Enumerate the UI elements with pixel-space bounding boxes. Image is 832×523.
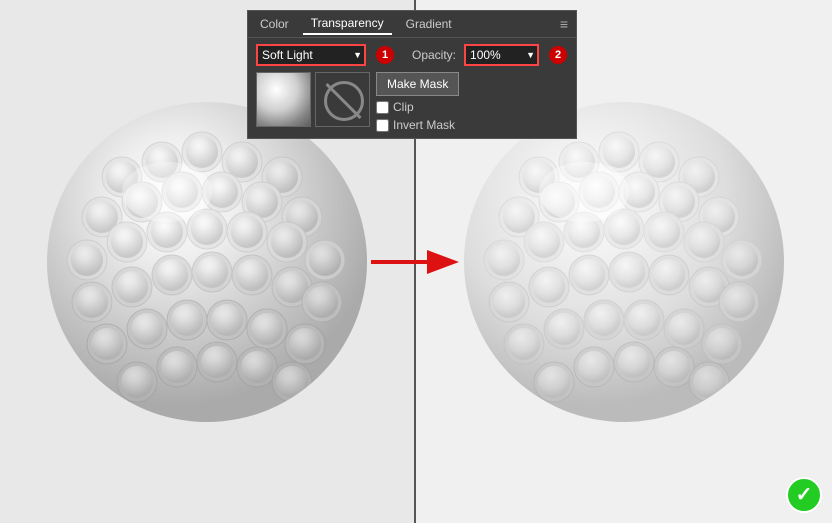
sphere-thumb — [257, 73, 311, 127]
opacity-wrapper: 0% 25% 50% 75% 100% — [464, 44, 539, 66]
invert-mask-row: Invert Mask — [376, 118, 568, 132]
golf-ball-left — [37, 92, 377, 432]
tab-color[interactable]: Color — [252, 14, 297, 34]
controls-right: Make Mask Clip Invert Mask — [376, 72, 568, 132]
panel-tabs: Color Transparency Gradient ≡ — [248, 11, 576, 38]
arrow-svg — [366, 242, 466, 282]
clip-row: Clip — [376, 100, 568, 114]
checkmark-icon: ✓ — [796, 485, 813, 505]
opacity-select[interactable]: 0% 25% 50% 75% 100% — [464, 44, 539, 66]
opacity-label: Opacity: — [412, 48, 456, 62]
tab-transparency[interactable]: Transparency — [303, 13, 392, 35]
transparency-panel: Color Transparency Gradient ≡ Normal Mul… — [247, 10, 577, 139]
panel-body: Normal Multiply Screen Overlay Soft Ligh… — [248, 38, 576, 138]
invert-mask-checkbox[interactable] — [376, 119, 389, 132]
clip-label: Clip — [393, 100, 414, 114]
main-container: ✓ Color Transparency Gradient ≡ Normal M… — [0, 0, 832, 523]
panel-tabs-left: Color Transparency Gradient — [252, 13, 460, 35]
blend-mode-select[interactable]: Normal Multiply Screen Overlay Soft Ligh… — [256, 44, 366, 66]
thumbnails — [256, 72, 370, 127]
badge-1: 1 — [376, 46, 394, 64]
cancel-icon — [324, 81, 364, 121]
blend-mode-wrapper: Normal Multiply Screen Overlay Soft Ligh… — [256, 44, 366, 66]
clip-checkbox[interactable] — [376, 101, 389, 114]
row1: Normal Multiply Screen Overlay Soft Ligh… — [256, 44, 568, 66]
golf-ball-right — [454, 92, 794, 432]
checkmark-badge[interactable]: ✓ — [786, 477, 822, 513]
tab-gradient[interactable]: Gradient — [398, 14, 460, 34]
panel-menu-icon[interactable]: ≡ — [556, 14, 572, 34]
badge-2: 2 — [549, 46, 567, 64]
cancel-thumb — [316, 73, 370, 127]
make-mask-button[interactable]: Make Mask — [376, 72, 459, 96]
sphere-thumbnail — [256, 72, 311, 127]
invert-mask-label: Invert Mask — [393, 118, 455, 132]
cancel-thumbnail — [315, 72, 370, 127]
row2: Make Mask Clip Invert Mask — [256, 72, 568, 132]
